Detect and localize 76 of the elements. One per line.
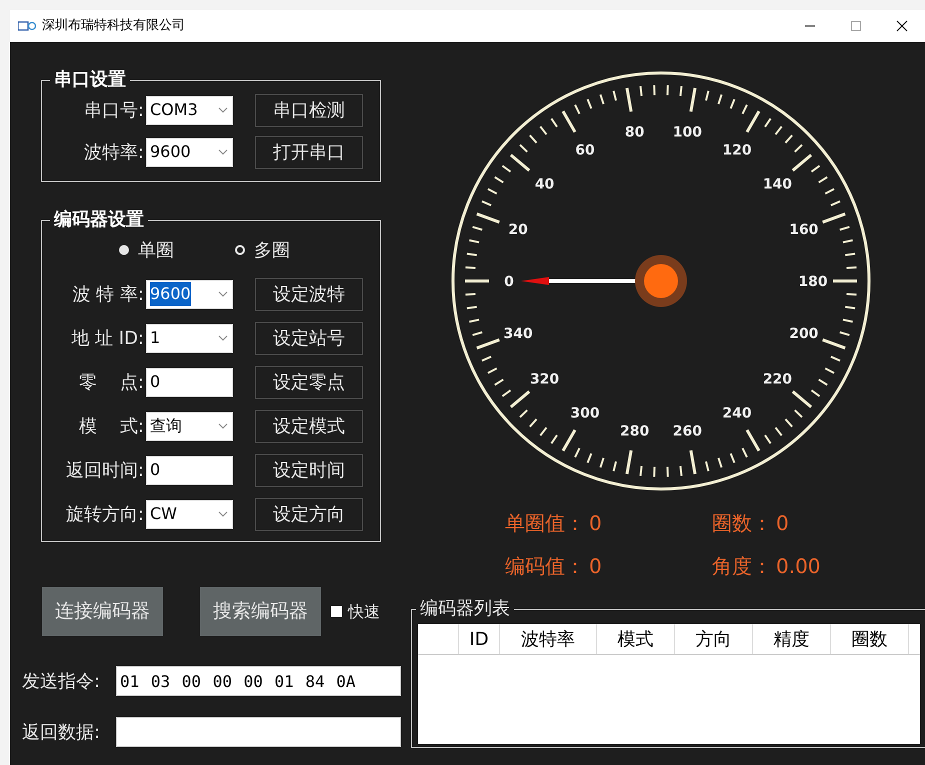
chevron-down-icon (218, 291, 228, 297)
field-label: 返回数据: (22, 720, 102, 744)
readout-label: 角度： (712, 553, 772, 580)
chevron-down-icon (218, 335, 228, 341)
dropdown[interactable]: 9600 (146, 138, 233, 166)
dial-label: 340 (504, 326, 533, 342)
radio-option[interactable]: 单圈 (118, 236, 174, 264)
dial-label: 160 (789, 222, 818, 238)
checkbox[interactable]: 快速 (331, 600, 380, 624)
column-header[interactable]: 方向 (675, 624, 753, 654)
dropdown[interactable]: CW (146, 500, 233, 528)
close-icon (896, 20, 908, 32)
input-field[interactable]: 0 (146, 456, 233, 484)
dropdown[interactable]: 查询 (146, 412, 233, 440)
dial-label: 260 (672, 424, 702, 440)
dial-label: 0 (504, 274, 514, 290)
dropdown[interactable]: COM3 (146, 96, 233, 124)
dial-label: 80 (624, 124, 644, 140)
dial-label: 240 (722, 406, 752, 422)
dial-label: 60 (575, 142, 595, 158)
readout-label: 圈数： (712, 510, 772, 537)
dial-label: 140 (762, 176, 792, 192)
field-label: 波特率: (82, 140, 145, 164)
set-button[interactable]: 设定方向 (255, 498, 363, 530)
dial-label: 200 (789, 326, 818, 342)
dial-label: 100 (672, 124, 702, 140)
dropdown[interactable]: 9600 (146, 280, 233, 308)
set-button[interactable]: 设定时间 (255, 454, 363, 486)
column-header[interactable]: 波特率 (500, 624, 597, 654)
input-field[interactable] (116, 717, 401, 747)
chevron-down-icon (218, 423, 228, 429)
column-header[interactable]: ID (459, 624, 500, 654)
dial-label: 220 (762, 372, 792, 388)
dial-label: 120 (722, 142, 752, 158)
field-label: 返回时间: (64, 458, 145, 482)
set-button[interactable]: 设定波特 (255, 278, 363, 310)
set-button[interactable]: 设定站号 (255, 322, 363, 354)
readout-value: 0 (589, 510, 602, 537)
dial-label: 40 (534, 176, 554, 192)
set-button[interactable]: 打开串口 (255, 136, 363, 168)
hub-icon (635, 255, 687, 307)
dropdown[interactable]: 1 (146, 324, 233, 352)
dial-label: 320 (530, 372, 560, 388)
column-header[interactable]: 精度 (753, 624, 831, 654)
field-label: 串口号: (82, 98, 145, 122)
field-label: 发送指令: (22, 670, 102, 694)
set-button[interactable]: 串口检测 (255, 94, 363, 126)
dial-label: 20 (508, 222, 528, 238)
readout-value: 0 (589, 553, 602, 580)
readout-value: 0.00 (776, 553, 821, 580)
action-button[interactable]: 搜索编码器 (200, 587, 321, 636)
field-label: 地 址 ID: (70, 326, 145, 350)
input-field[interactable]: 01 03 00 00 00 01 84 0A (116, 666, 401, 696)
field-label: 波 特 率: (71, 282, 145, 306)
set-button[interactable]: 设定零点 (255, 366, 363, 398)
column-header[interactable]: 模式 (597, 624, 675, 654)
readout-value: 0 (776, 510, 789, 537)
radio-option[interactable]: 多圈 (234, 236, 290, 264)
chevron-down-icon (218, 107, 228, 113)
dial-label: 180 (798, 274, 828, 290)
set-button[interactable]: 设定模式 (255, 410, 363, 442)
field-label: 旋转方向: (64, 502, 145, 526)
readout-label: 单圈值： (505, 510, 585, 537)
chevron-down-icon (218, 149, 228, 155)
field-label: 零 点: (78, 370, 145, 394)
maximize-icon (850, 20, 862, 32)
readout-label: 编码值： (505, 553, 585, 580)
dial-label: 280 (620, 424, 650, 440)
chevron-down-icon (218, 511, 228, 517)
input-field[interactable]: 0 (146, 368, 233, 396)
window-title: 深圳布瑞特科技有限公司 (42, 17, 185, 36)
column-header[interactable]: 圈数 (831, 624, 909, 654)
action-button[interactable]: 连接编码器 (42, 587, 163, 636)
field-label: 模 式: (78, 414, 145, 438)
dial-label: 300 (570, 406, 600, 422)
logo-icon (18, 20, 36, 32)
